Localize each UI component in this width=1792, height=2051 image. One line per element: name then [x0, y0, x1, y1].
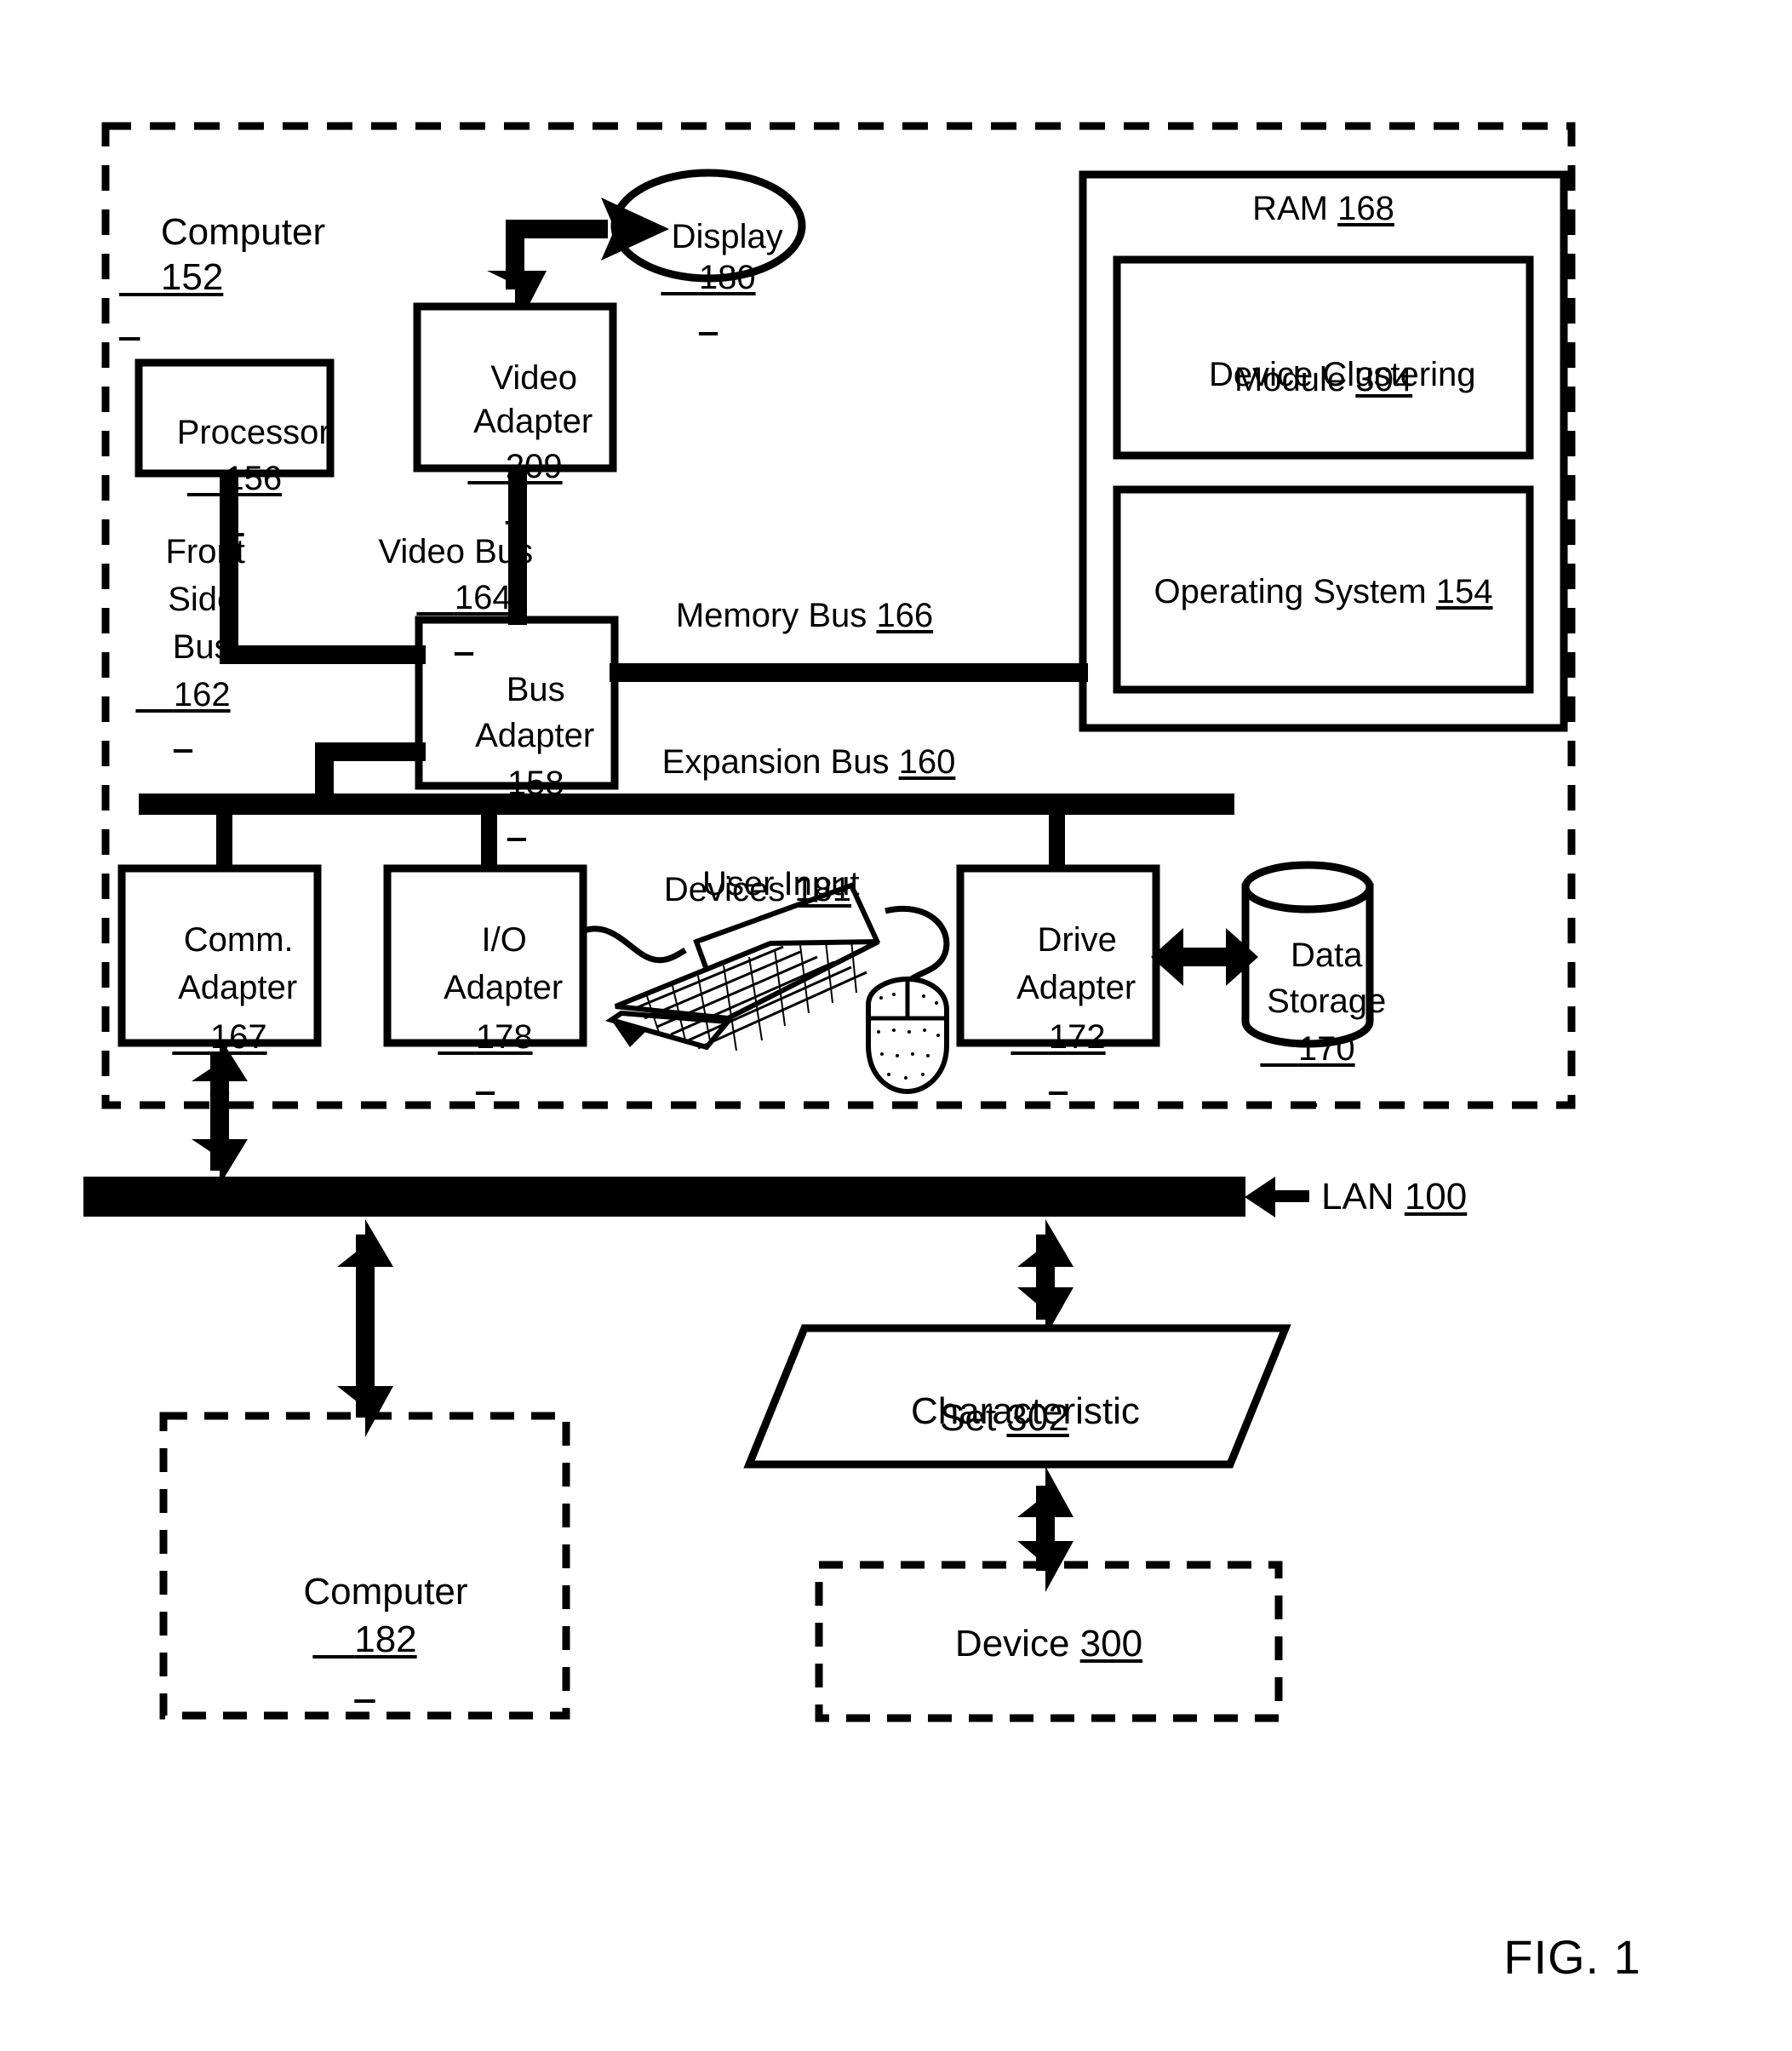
charset-ref-number: 302 — [1006, 1397, 1069, 1439]
device-300-name: Device — [954, 1623, 1070, 1664]
lan-name: LAN — [1321, 1176, 1394, 1217]
ram-label: RAM — [1252, 190, 1328, 227]
memory-bus-name: Memory Bus — [675, 597, 867, 634]
expansion-bus-bar — [139, 793, 1234, 815]
io-adapter-ref: 178 — [387, 977, 583, 1098]
fsb-ref-number: 162 — [173, 676, 231, 714]
charset-l2: Set — [940, 1397, 997, 1439]
lan-computer182-double-arrow — [337, 1219, 393, 1437]
comm-adapter-ref-number: 167 — [209, 1018, 267, 1057]
figure-caption-text: FIG. 1 — [1503, 1930, 1641, 1985]
figure-canvas: Computer 152 Display 180 Video Adapter 2… — [0, 0, 1792, 2051]
ram-title: RAM 168 — [1083, 189, 1564, 229]
video-bus-ref-number: 164 — [454, 579, 512, 617]
user-input-devices-l2: Devices 181 — [613, 870, 902, 910]
expansion-bus-label: Expansion Bus 160 — [647, 742, 970, 782]
memory-bus-ref-number: 166 — [876, 597, 934, 634]
lan-label-arrow — [1245, 1177, 1309, 1217]
device-300-label: Device 300 — [819, 1622, 1279, 1666]
figure-caption: FIG. 1 — [1447, 1873, 1703, 2042]
io-adapter-ref-number: 178 — [475, 1018, 533, 1057]
display-ref-number: 180 — [698, 259, 756, 297]
lan-bar — [83, 1177, 1245, 1217]
characteristic-set-line2: Set 302 — [766, 1396, 1243, 1441]
expansion-bus-name: Expansion Bus — [661, 743, 890, 781]
memory-bus-label: Memory Bus 166 — [664, 596, 945, 636]
device-300-ref-number: 300 — [1079, 1623, 1143, 1664]
data-storage-ref: 170 — [1231, 989, 1384, 1110]
computer-152-ref: 152 — [119, 211, 224, 344]
uid-line2: Devices — [663, 871, 786, 908]
operating-system-line: Operating System 154 — [1117, 572, 1530, 612]
expansion-stub-drive — [1049, 813, 1065, 871]
device-clustering-module-line2: Module 304 — [1117, 360, 1530, 400]
lan-ref-number: 100 — [1404, 1176, 1468, 1217]
computer-182-ref-number: 182 — [354, 1618, 417, 1660]
bus-adapter-ref: 158 — [419, 724, 615, 845]
drive-adapter-ref: 172 — [960, 977, 1156, 1098]
lan-label: LAN 100 — [1321, 1175, 1560, 1219]
uid-ref-number: 181 — [794, 871, 852, 908]
expansion-bus-ref-number: 160 — [898, 743, 956, 781]
video-display-arrow-shaft-horizontal — [506, 220, 608, 238]
dcm-ref-number: 304 — [1355, 361, 1413, 398]
computer-182-ref: 182 — [163, 1573, 566, 1706]
expansion-stub-comm — [216, 813, 232, 871]
comm-adapter-ref: 167 — [122, 977, 318, 1098]
front-side-bus-ref: 162 — [128, 635, 238, 756]
charset-device-double-arrow — [1017, 1466, 1073, 1592]
dcm-line2: Module — [1234, 361, 1347, 398]
lan-charset-double-arrow — [1017, 1219, 1073, 1337]
drive-adapter-ref-number: 172 — [1048, 1018, 1106, 1057]
ram-ref-number: 168 — [1337, 190, 1394, 227]
data-storage-ref-number: 170 — [1297, 1030, 1355, 1068]
display-ref: 180 — [615, 218, 802, 339]
front-side-bus-horizontal — [220, 645, 426, 664]
memory-bus-line — [610, 663, 1088, 682]
video-adapter-ref-number: 209 — [505, 448, 563, 486]
os-ref-number: 154 — [1435, 573, 1493, 610]
os-label: Operating System — [1154, 573, 1427, 610]
bus-adapter-ref-number: 158 — [507, 765, 564, 803]
computer-152-ref-number: 152 — [160, 255, 224, 298]
